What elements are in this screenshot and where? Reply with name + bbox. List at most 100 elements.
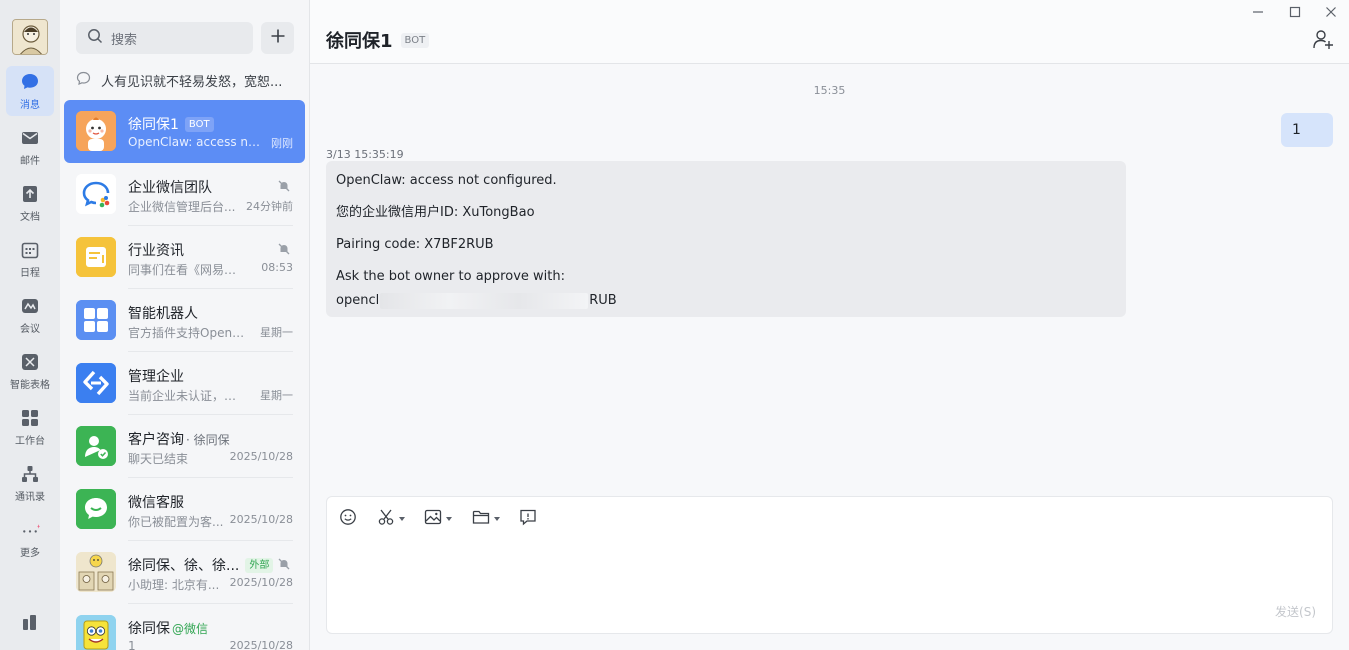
conversation-item[interactable]: 企业微信团队 企业微信管理后台... 24分钟前 <box>64 163 305 226</box>
nav-label: 工作台 <box>15 436 45 447</box>
nav-label: 更多 <box>20 548 40 559</box>
conversation-item[interactable]: 徐同保、徐、徐... 外部 小助理: 北京有... 2025/10/28 <box>64 541 305 604</box>
nav-label: 文档 <box>20 212 40 223</box>
maximize-icon[interactable] <box>1285 4 1305 20</box>
message-timestamp: 15:35 <box>813 84 846 97</box>
close-icon[interactable] <box>1321 4 1341 20</box>
status-notice[interactable]: 人有见识就不轻易发怒，宽恕... <box>76 70 296 90</box>
bot-message-bubble[interactable]: OpenClaw: access not configured. 您的企业微信用… <box>326 161 1126 317</box>
add-button[interactable] <box>261 22 294 54</box>
minimize-icon[interactable] <box>1248 4 1268 20</box>
conversation-item[interactable]: 徐同保1 BOT OpenClaw: access no... 刚刚 <box>64 100 305 163</box>
nav-label: 会议 <box>20 324 40 335</box>
chevron-down-icon <box>399 517 405 521</box>
notice-text: 人有见识就不轻易发怒，宽恕... <box>101 74 283 90</box>
conversation-time: 08:53 <box>261 261 293 274</box>
screenshot-button[interactable] <box>377 509 405 529</box>
message-line: Ask the bot owner to approve with: <box>336 269 565 284</box>
my-message-bubble[interactable]: 1 <box>1281 113 1333 147</box>
emoji-button[interactable] <box>339 509 357 529</box>
add-member-icon[interactable] <box>1312 28 1334 50</box>
muted-bell-icon <box>277 557 291 571</box>
conversation-time: 24分钟前 <box>246 200 293 213</box>
conversation-name: 徐同保1 BOT <box>128 114 214 134</box>
smiley-icon <box>339 508 357 530</box>
nav-item-smart-sheet[interactable]: 智能表格 <box>6 346 54 396</box>
nav-item-mail[interactable]: 邮件 <box>6 122 54 172</box>
user-avatar[interactable] <box>12 19 48 55</box>
wecom-team-avatar <box>76 174 116 214</box>
smart-robot-avatar <box>76 300 116 340</box>
nav-label: 通讯录 <box>15 492 45 503</box>
nav-item-more[interactable]: 更多 <box>6 514 54 564</box>
message-composer[interactable]: 发送(S) <box>326 496 1333 634</box>
conversation-time: 星期一 <box>260 326 293 339</box>
chat-bubble-icon <box>20 72 40 92</box>
image-button[interactable] <box>424 509 452 529</box>
nav-rail: 消息 邮件 文档 日程 会议 智能表格 工作台 通讯录 更多 <box>0 0 60 650</box>
message-line: Pairing code: X7BF2RUB <box>336 237 494 252</box>
contacts-org-icon <box>20 464 40 484</box>
chart-bars-icon <box>20 612 40 632</box>
search-input[interactable]: 搜索 <box>76 22 253 54</box>
conversation-preview: 聊天已结束 <box>128 452 189 466</box>
conversation-preview: 当前企业未认证，企... <box>128 389 246 403</box>
nav-item-contacts[interactable]: 通讯录 <box>6 458 54 508</box>
message-command-line: opencl RUB <box>336 292 617 309</box>
nav-item-calendar[interactable]: 日程 <box>6 234 54 284</box>
message-line: OpenClaw: access not configured. <box>336 173 557 188</box>
conversation-name: 智能机器人 <box>128 306 198 322</box>
customer-consult-avatar <box>76 426 116 466</box>
nav-item-workbench[interactable]: 工作台 <box>6 402 54 452</box>
conversation-name: 管理企业 <box>128 369 184 385</box>
bot-message-time: 3/13 15:35:19 <box>326 148 404 161</box>
conversation-time: 2025/10/28 <box>229 450 293 463</box>
wechat-service-avatar <box>76 489 116 529</box>
plus-icon <box>270 28 286 48</box>
nav-item-messages[interactable]: 消息 <box>6 66 54 116</box>
nav-label: 智能表格 <box>10 380 50 391</box>
chat-panel: 徐同保1 BOT 15:35 1 3/13 15:35:19 OpenClaw: … <box>310 0 1349 650</box>
conversation-name: 徐同保 @微信 <box>128 621 209 637</box>
bot-badge: BOT <box>400 32 430 48</box>
calendar-icon <box>20 240 40 260</box>
conversation-time: 2025/10/28 <box>229 639 293 650</box>
send-button[interactable]: 发送(S) <box>1275 603 1316 620</box>
workbench-grid-icon <box>20 408 40 428</box>
conversation-preview: 你已被配置为客... <box>128 515 224 529</box>
conversation-time: 2025/10/28 <box>229 576 293 589</box>
conversation-name: 徐同保、徐、徐... 外部 <box>128 555 274 575</box>
image-icon <box>424 508 442 530</box>
spongebob-avatar <box>76 615 116 650</box>
bot-avatar <box>76 111 116 151</box>
chevron-down-icon <box>494 517 500 521</box>
nav-item-docs[interactable]: 文档 <box>6 178 54 228</box>
nav-label: 邮件 <box>20 156 40 167</box>
conversation-name: 微信客服 <box>128 495 184 511</box>
conversation-preview: 小助理: 北京有... <box>128 578 220 592</box>
chat-record-button[interactable] <box>519 509 537 529</box>
conversation-item[interactable]: 客户咨询 · 徐同保 聊天已结束 2025/10/28 <box>64 415 305 478</box>
document-icon <box>20 184 40 204</box>
muted-bell-icon <box>277 242 291 256</box>
nav-label: 日程 <box>20 268 40 279</box>
conversation-item[interactable]: 智能机器人 官方插件支持OpenC... 星期一 <box>64 289 305 352</box>
conversation-name: 客户咨询 · 徐同保 <box>128 432 230 448</box>
nav-item-stats[interactable] <box>6 606 54 636</box>
conversation-time: 2025/10/28 <box>229 513 293 526</box>
conversation-item[interactable]: 微信客服 你已被配置为客... 2025/10/28 <box>64 478 305 541</box>
mail-icon <box>20 128 40 148</box>
chat-title: 徐同保1 BOT <box>326 27 430 53</box>
conversation-item[interactable]: 徐同保 @微信 1 2025/10/28 <box>64 604 305 650</box>
more-dots-icon <box>20 520 40 540</box>
conversation-time: 星期一 <box>260 389 293 402</box>
conversation-item[interactable]: 行业资讯 同事们在看《网易的... 08:53 <box>64 226 305 289</box>
conversation-name: 企业微信团队 <box>128 180 212 196</box>
conversation-preview: 同事们在看《网易的... <box>128 263 246 277</box>
muted-bell-icon <box>277 179 291 193</box>
conversation-item[interactable]: 管理企业 当前企业未认证，企... 星期一 <box>64 352 305 415</box>
group-avatar <box>76 552 116 592</box>
file-button[interactable] <box>472 509 500 529</box>
external-badge: 外部 <box>245 557 274 573</box>
nav-item-meeting[interactable]: 会议 <box>6 290 54 340</box>
